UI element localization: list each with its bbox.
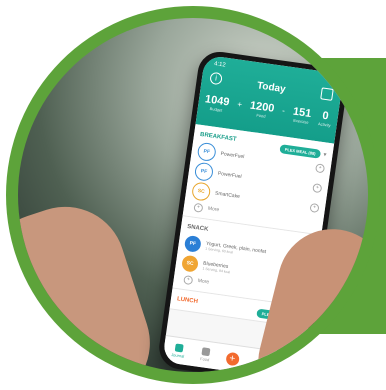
tab-me[interactable]: Me bbox=[286, 359, 296, 372]
food-badge: SC bbox=[191, 181, 212, 202]
tab-food[interactable]: Food bbox=[200, 347, 211, 362]
add-button[interactable]: + bbox=[224, 351, 240, 366]
activity-value: 0 Activity bbox=[317, 109, 331, 128]
exercise-value: 151 Exercise bbox=[292, 105, 313, 125]
chevron-right-icon[interactable]: › bbox=[304, 256, 312, 264]
food-badge: SC bbox=[180, 254, 200, 273]
budget-value: 1049 Budget bbox=[204, 93, 231, 113]
chevron-right-icon[interactable]: › bbox=[301, 276, 309, 284]
section-title: LUNCH bbox=[176, 296, 199, 306]
tab-progress[interactable]: Progress bbox=[254, 355, 272, 371]
plus-operator: + bbox=[236, 99, 243, 110]
food-badge: PF bbox=[196, 141, 217, 163]
minus-operator: - bbox=[281, 106, 286, 116]
plus-icon: + bbox=[183, 274, 194, 285]
calendar-icon[interactable] bbox=[320, 87, 334, 101]
hands-photo: 4:12 ▮ i Today 1049 Budget + 1200 Food - 1… bbox=[18, 18, 368, 372]
plus-icon: + bbox=[193, 202, 204, 213]
add-icon[interactable]: + bbox=[315, 162, 326, 173]
chevron-down-icon[interactable]: ▾ bbox=[300, 317, 304, 323]
tab-journal[interactable]: Journal bbox=[171, 343, 186, 359]
smartphone: 4:12 ▮ i Today 1049 Budget + 1200 Food - 1… bbox=[156, 49, 350, 372]
chevron-down-icon[interactable]: ▾ bbox=[310, 241, 314, 248]
section-title: SNACK bbox=[186, 223, 209, 233]
tab-bar: Journal Food + Progress Me bbox=[162, 335, 305, 372]
food-badge: PF bbox=[193, 161, 215, 182]
food-icon bbox=[201, 347, 211, 357]
chevron-down-icon[interactable]: ▾ bbox=[323, 152, 327, 158]
battery-icon: ▮ bbox=[329, 78, 334, 85]
add-icon[interactable]: + bbox=[309, 202, 320, 213]
food-value: 1200 Food bbox=[249, 99, 276, 119]
progress-icon bbox=[258, 355, 268, 365]
food-badge: PF bbox=[183, 234, 202, 253]
add-icon[interactable]: + bbox=[312, 182, 323, 193]
status-time: 4:12 bbox=[213, 61, 227, 69]
phone-screen: 4:12 ▮ i Today 1049 Budget + 1200 Food - 1… bbox=[162, 54, 344, 372]
journal-icon bbox=[174, 343, 184, 353]
profile-icon bbox=[286, 359, 296, 369]
plex-meal-button[interactable]: PLEX MEAL (88) bbox=[256, 308, 299, 324]
